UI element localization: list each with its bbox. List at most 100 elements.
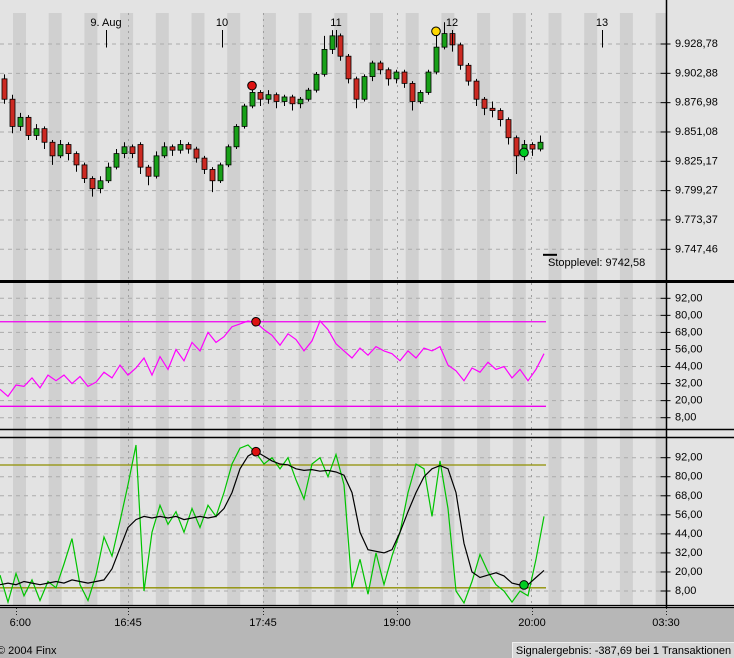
time-axis-label: 6:00 [10,617,31,629]
time-axis-label: 17:45 [249,617,277,629]
candle-body [18,117,23,126]
candle-body [402,72,407,83]
candle-body [234,126,239,146]
y-axis-tick-label: 44,00 [675,528,703,540]
date-axis-label: 12 [446,17,458,29]
time-axis-label: 20:00 [518,617,546,629]
candle-body [42,129,47,143]
session-stripe [227,13,240,605]
candle-body [162,147,167,156]
session-stripe [620,13,633,605]
candle-body [386,70,391,79]
candle-body [330,36,335,50]
candle-body [426,72,431,92]
candle-body [514,138,519,156]
stop-level-label: Stopplevel: 9742,58 [548,257,645,269]
y-axis-tick-label: 80,00 [675,309,703,321]
session-stripe [584,13,597,605]
y-axis-tick-label: 56,00 [675,509,703,521]
candle-body [258,92,263,99]
candle-body [98,181,103,189]
session-stripe [156,13,169,605]
session-stripe [441,13,454,605]
time-axis-label: 16:45 [114,617,142,629]
red-signal-marker [252,317,261,326]
session-stripe [120,13,133,605]
candle-body [266,95,271,100]
candle-body [26,117,31,135]
candle-body [298,99,303,104]
candle-body [322,49,327,74]
candle-body [362,77,367,100]
candle-body [66,145,71,154]
candle-body [50,142,55,156]
y-axis-tick-label: 9.902,88 [675,67,718,79]
date-axis-label: 11 [330,17,341,29]
session-stripe [84,13,97,605]
candle-body [242,106,247,126]
candle-body [154,156,159,176]
y-axis-tick-label: 9.825,17 [675,155,718,167]
candle-body [282,97,287,102]
candle-body [34,129,39,136]
y-axis-tick-label: 32,00 [675,378,703,390]
y-axis-tick-label: 9.747,46 [675,243,718,255]
y-axis-tick-label: 9.928,78 [675,38,718,50]
date-axis-label: 13 [596,17,608,29]
candle-body [130,147,135,154]
green-signal-marker [520,581,529,590]
date-axis-label: 9. Aug [90,17,121,29]
y-axis-tick-label: 20,00 [675,395,703,407]
red-signal-marker [248,81,257,90]
date-axis-label: 10 [216,17,228,29]
candle-body [74,154,79,165]
session-stripe [513,13,526,605]
chart-canvas[interactable]: 9.928,789.902,889.876,989.851,089.825,17… [0,0,734,658]
candle-body [314,74,319,90]
session-stripe [49,13,62,605]
y-axis-tick-label: 68,00 [675,490,703,502]
chart-area[interactable]: 9.928,789.902,889.876,989.851,089.825,17… [0,0,734,658]
candle-body [442,34,447,48]
copyright-label: © 2004 Finx [0,645,56,657]
y-axis-tick-label: 9.851,08 [675,126,718,138]
red-signal-marker [252,447,261,456]
y-axis-tick-label: 20,00 [675,566,703,578]
session-stripe [334,13,347,605]
candle-body [210,169,215,180]
candle-body [466,65,471,81]
session-stripe [549,13,562,605]
candle-body [394,72,399,79]
y-axis-tick-label: 92,00 [675,292,703,304]
candle-body [346,56,351,79]
candle-body [274,95,279,102]
y-axis-tick-label: 32,00 [675,547,703,559]
candle-body [250,92,255,106]
candle-body [306,90,311,99]
candle-body [434,47,439,72]
candle-body [138,145,143,168]
candle-body [186,145,191,150]
signal-result-box: Signalergebnis: -387,69 bei 1 Transaktio… [512,642,734,658]
candle-body [114,154,119,168]
candle-body [146,167,151,176]
y-axis-tick-label: 8,00 [675,412,696,424]
candle-body [90,178,95,188]
candle-body [458,45,463,65]
y-axis-tick-label: 9.799,27 [675,185,718,197]
panel-separator [0,280,734,283]
candle-body [194,149,199,158]
candle-body [490,108,495,110]
finx-chart-window: 9.928,789.902,889.876,989.851,089.825,17… [0,0,734,658]
candle-body [58,145,63,156]
candle-body [538,142,543,149]
session-stripe [370,13,383,605]
candle-body [498,111,503,120]
y-axis-tick-label: 9.773,37 [675,214,718,226]
candle-body [106,167,111,181]
y-axis-tick-label: 56,00 [675,343,703,355]
candle-body [370,63,375,77]
y-axis-tick-label: 44,00 [675,361,703,373]
candle-body [202,158,207,169]
y-axis-tick-label: 80,00 [675,471,703,483]
